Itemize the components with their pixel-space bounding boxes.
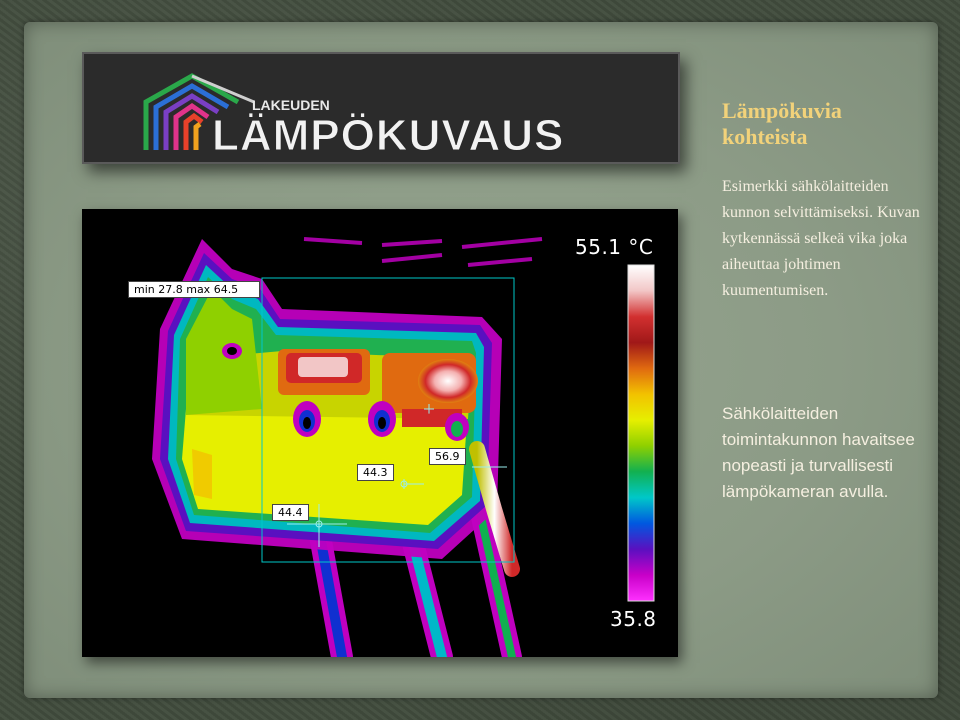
logo-stripe <box>173 102 210 150</box>
slide-title: Lämpökuvia kohteista <box>722 98 842 149</box>
logo-stripe <box>193 122 202 150</box>
spot-temp-3: 44.4 <box>272 504 309 521</box>
spot-temp-1: 56.9 <box>429 448 466 465</box>
logo-big-text: LÄMPÖKUVAUS <box>212 111 564 160</box>
spot-temp-2: 44.3 <box>357 464 394 481</box>
thermal-image: 55.1 °C 35.8 min 27.8 max 64.5 56.9 44.3… <box>82 209 678 657</box>
company-logo: LAKEUDEN LÄMPÖKUVAUS <box>143 73 564 161</box>
min-max-label: min 27.8 max 64.5 <box>128 281 260 298</box>
thermal-scene <box>152 237 655 657</box>
description-paragraph-2: Sähkölaitteiden toimintakunnon havaitsee… <box>722 404 915 501</box>
description-paragraph-1: Esimerkki sähkölaitteiden kunnon selvitt… <box>722 178 920 299</box>
scale-max-label: 55.1 °C <box>575 235 654 259</box>
scale-min-label: 35.8 <box>610 607 657 631</box>
company-logo-banner: LAKEUDEN LÄMPÖKUVAUS <box>82 52 680 164</box>
color-scale-bar <box>627 264 655 602</box>
